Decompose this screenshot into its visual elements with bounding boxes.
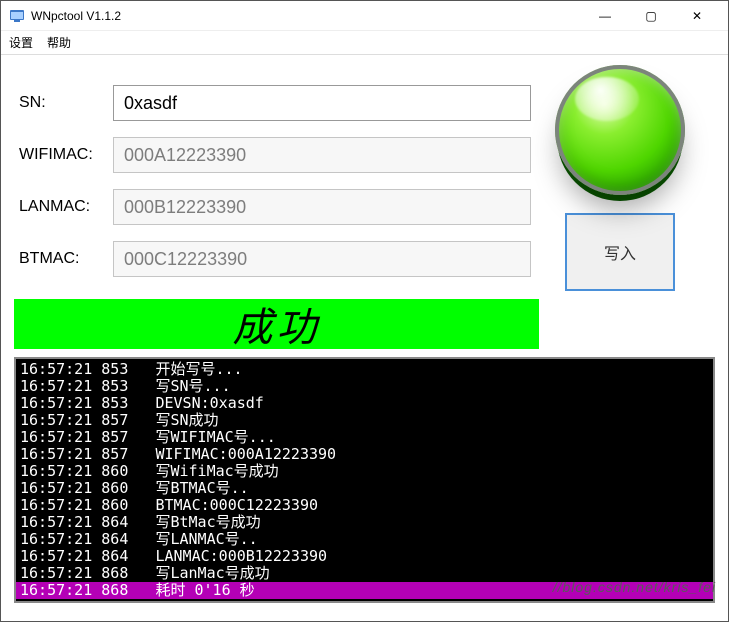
window-title: WNpctool V1.1.2 [31, 9, 582, 23]
wifimac-label: WIFIMAC: [19, 146, 113, 164]
lanmac-input[interactable] [113, 189, 531, 225]
status-banner: 成功 [14, 299, 539, 349]
log-line: 16:57:21 860 写BTMAC号.. [16, 480, 713, 497]
wifimac-input[interactable] [113, 137, 531, 173]
client-area: SN: WIFIMAC: LANMAC: BTMAC: 写入 成功 16:57:… [1, 55, 728, 603]
sn-input[interactable] [113, 85, 531, 121]
minimize-button[interactable]: — [582, 1, 628, 31]
log-line: 16:57:21 857 WIFIMAC:000A12223390 [16, 446, 713, 463]
titlebar: WNpctool V1.1.2 — ▢ ✕ [1, 1, 728, 31]
log-line: 16:57:21 868 耗时 0'16 秒 [16, 582, 713, 599]
log-console[interactable]: 16:57:21 853 开始写号...16:57:21 853 写SN号...… [14, 357, 715, 603]
lanmac-label: LANMAC: [19, 198, 113, 216]
log-line: 16:57:21 864 LANMAC:000B12223390 [16, 548, 713, 565]
log-line: 16:57:21 853 写SN号... [16, 378, 713, 395]
menu-help[interactable]: 帮助 [47, 34, 71, 51]
log-line: 16:57:21 853 开始写号... [16, 361, 713, 378]
close-button[interactable]: ✕ [674, 1, 720, 31]
log-line: 16:57:21 857 写SN成功 [16, 412, 713, 429]
menubar: 设置 帮助 [1, 31, 728, 55]
log-line: 16:57:21 864 写LANMAC号.. [16, 531, 713, 548]
log-line: 16:57:21 864 写BtMac号成功 [16, 514, 713, 531]
write-button[interactable]: 写入 [565, 213, 675, 291]
log-line: 16:57:21 868 写LanMac号成功 [16, 565, 713, 582]
log-line: 16:57:21 860 写WifiMac号成功 [16, 463, 713, 480]
maximize-button[interactable]: ▢ [628, 1, 674, 31]
btmac-input[interactable] [113, 241, 531, 277]
window-controls: — ▢ ✕ [582, 1, 720, 31]
btmac-label: BTMAC: [19, 250, 113, 268]
log-line: 16:57:21 860 BTMAC:000C12223390 [16, 497, 713, 514]
menu-settings[interactable]: 设置 [9, 34, 33, 51]
app-icon [9, 8, 25, 24]
status-indicator-button[interactable] [555, 65, 685, 195]
sn-label: SN: [19, 94, 113, 112]
log-line: 16:57:21 857 写WIFIMAC号... [16, 429, 713, 446]
log-line: 16:57:21 853 DEVSN:0xasdf [16, 395, 713, 412]
